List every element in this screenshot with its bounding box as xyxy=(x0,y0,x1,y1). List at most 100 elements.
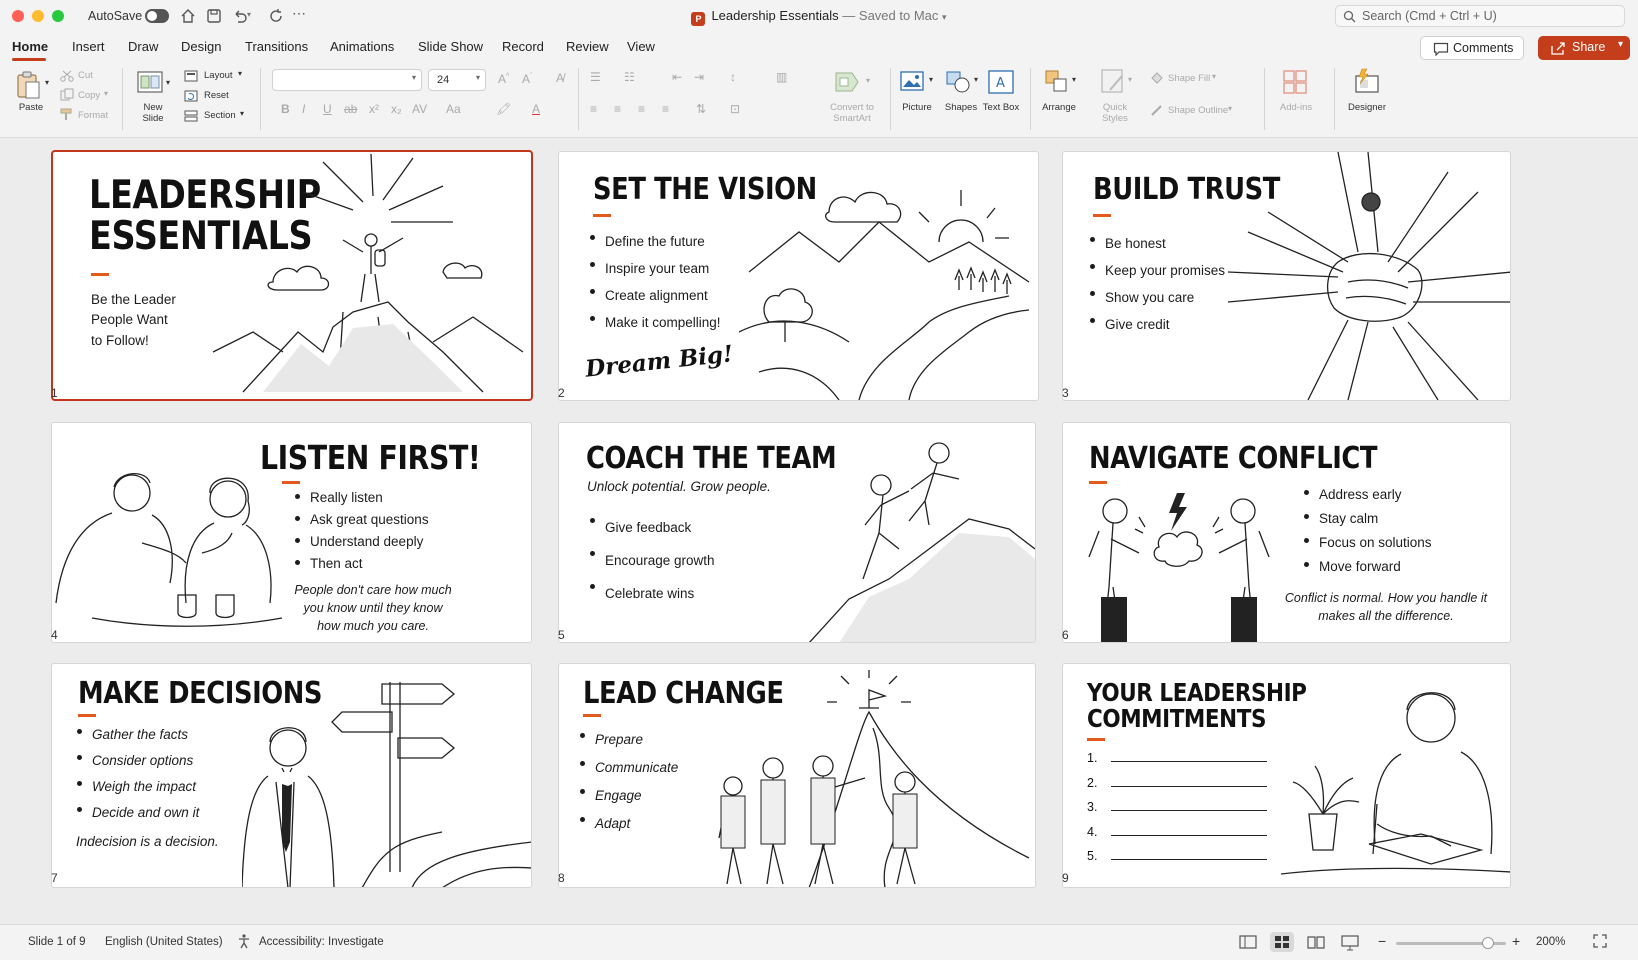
smartart-chevron-down-icon[interactable]: ▾ xyxy=(866,76,870,85)
font-color-icon[interactable]: A xyxy=(532,102,540,116)
underline-icon[interactable]: U xyxy=(323,102,332,116)
shape-outline-icon[interactable] xyxy=(1150,103,1164,122)
superscript-icon[interactable]: x² xyxy=(369,102,379,116)
add-ins-icon[interactable] xyxy=(1282,69,1308,100)
tab-transitions[interactable]: Transitions xyxy=(245,39,308,54)
tab-view[interactable]: View xyxy=(627,39,655,54)
slide-thumbnail-1[interactable]: LEADERSHIP ESSENTIALS Be the Leader People… xyxy=(51,150,533,401)
highlight-color-icon[interactable]: 🖍 xyxy=(496,102,511,116)
layout-chevron-down-icon[interactable]: ▾ xyxy=(238,69,242,78)
commitment-line[interactable]: 1. xyxy=(1087,746,1268,771)
columns-icon[interactable]: ▥ xyxy=(776,70,787,84)
line-spacing-icon[interactable]: ↕ xyxy=(730,70,736,84)
accessibility-icon[interactable] xyxy=(236,933,252,952)
paste-icon[interactable] xyxy=(16,70,42,105)
layout-icon[interactable] xyxy=(184,69,198,87)
align-text-icon[interactable]: ⊡ xyxy=(730,102,740,116)
bold-icon[interactable]: B xyxy=(281,102,290,116)
shape-fill-icon[interactable] xyxy=(1150,71,1164,90)
normal-view-button[interactable] xyxy=(1236,932,1260,952)
slide-thumbnail-9[interactable]: YOUR LEADERSHIP COMMITMENTS 1. 2. 3. 4. 5… xyxy=(1062,663,1511,888)
picture-icon[interactable] xyxy=(900,70,926,99)
tab-insert[interactable]: Insert xyxy=(72,39,105,54)
font-name-select[interactable]: ▾ xyxy=(272,69,422,91)
tab-draw[interactable]: Draw xyxy=(128,39,158,54)
new-slide-chevron-down-icon[interactable]: ▾ xyxy=(166,78,170,87)
increase-indent-icon[interactable]: ⇥ xyxy=(694,70,704,84)
reading-view-button[interactable] xyxy=(1304,932,1328,952)
convert-smartart-icon[interactable] xyxy=(834,69,864,100)
strikethrough-icon[interactable]: ab xyxy=(344,102,357,116)
align-right-icon[interactable]: ≡ xyxy=(638,102,645,116)
justify-icon[interactable]: ≡ xyxy=(662,102,669,116)
section-chevron-down-icon[interactable]: ▾ xyxy=(240,109,244,118)
copy-chevron-down-icon[interactable]: ▾ xyxy=(104,89,108,98)
shapes-chevron-down-icon[interactable]: ▾ xyxy=(974,75,978,84)
search-input[interactable]: Search (Cmd + Ctrl + U) xyxy=(1335,5,1625,27)
decrease-indent-icon[interactable]: ⇤ xyxy=(672,70,682,84)
picture-chevron-down-icon[interactable]: ▾ xyxy=(929,75,933,84)
tab-animations[interactable]: Animations xyxy=(330,39,394,54)
quick-styles-icon[interactable] xyxy=(1100,68,1128,101)
cut-icon[interactable] xyxy=(60,69,74,87)
designer-icon[interactable] xyxy=(1352,68,1382,101)
slide-sorter-view-button[interactable] xyxy=(1270,932,1294,952)
decrease-font-size-icon[interactable]: Aˇ xyxy=(522,72,532,86)
ribbon-tabs: Home Insert Draw Design Transitions Anim… xyxy=(0,32,1638,62)
character-spacing-icon[interactable]: AV xyxy=(412,102,427,116)
commitment-line[interactable]: 4. xyxy=(1087,820,1268,845)
slide-show-button[interactable] xyxy=(1338,932,1362,952)
bullets-icon[interactable]: ☰ xyxy=(590,70,601,84)
quick-styles-chevron-down-icon[interactable]: ▾ xyxy=(1128,75,1132,84)
copy-icon[interactable] xyxy=(60,88,74,106)
reset-icon[interactable] xyxy=(184,89,198,107)
cut-label: Cut xyxy=(78,70,93,81)
slide-thumbnail-6[interactable]: NAVIGATE CONFLICT Address early Stay cal… xyxy=(1062,422,1511,643)
paste-chevron-down-icon[interactable]: ▾ xyxy=(45,78,49,87)
subscript-icon[interactable]: x₂ xyxy=(391,102,402,116)
shape-fill-chevron-down-icon[interactable]: ▾ xyxy=(1212,72,1216,81)
change-case-icon[interactable]: Aa xyxy=(446,102,461,116)
slide-thumbnail-2[interactable]: SET THE VISION Define the future Inspire… xyxy=(558,151,1039,401)
tab-home[interactable]: Home xyxy=(12,39,48,54)
share-chevron-down-icon[interactable]: ▾ xyxy=(1618,39,1623,50)
font-size-select[interactable]: 24 ▾ xyxy=(428,69,486,91)
zoom-level[interactable]: 200% xyxy=(1536,936,1565,948)
new-slide-icon[interactable] xyxy=(136,70,164,101)
comments-button[interactable]: Comments xyxy=(1420,36,1524,60)
accessibility-status[interactable]: Accessibility: Investigate xyxy=(259,936,384,948)
format-painter-icon[interactable] xyxy=(60,108,74,126)
fit-to-window-icon[interactable] xyxy=(1592,933,1608,952)
increase-font-size-icon[interactable]: A^ xyxy=(498,72,509,86)
language-indicator[interactable]: English (United States) xyxy=(105,936,223,948)
arrange-icon[interactable] xyxy=(1044,69,1070,100)
section-icon[interactable] xyxy=(184,109,198,127)
shape-outline-chevron-down-icon[interactable]: ▾ xyxy=(1228,104,1232,113)
shapes-icon[interactable] xyxy=(946,70,972,99)
text-box-icon[interactable]: A xyxy=(988,70,1014,99)
slide-thumbnail-3[interactable]: BUILD TRUST Be honest Keep your promises… xyxy=(1062,151,1511,401)
clear-formatting-icon[interactable]: A̸ xyxy=(556,71,564,85)
slide-thumbnail-7[interactable]: MAKE DECISIONS Gather the facts Consider… xyxy=(51,663,532,888)
slide-thumbnail-8[interactable]: LEAD CHANGE Prepare Communicate Engage A… xyxy=(558,663,1036,888)
tab-review[interactable]: Review xyxy=(566,39,609,54)
text-direction-icon[interactable]: ⇅ xyxy=(696,102,706,116)
arrange-chevron-down-icon[interactable]: ▾ xyxy=(1072,75,1076,84)
zoom-slider-thumb[interactable] xyxy=(1482,937,1494,949)
italic-icon[interactable]: I xyxy=(302,102,305,116)
slide-thumbnail-4[interactable]: LISTEN FIRST! Really listen Ask great qu… xyxy=(51,422,532,643)
zoom-in-button[interactable]: + xyxy=(1512,933,1520,949)
numbering-icon[interactable]: ☷ xyxy=(624,70,635,84)
bullet-item: Engage xyxy=(577,782,678,810)
share-button[interactable]: Share ▾ xyxy=(1538,36,1630,60)
commitment-line[interactable]: 2. xyxy=(1087,771,1268,796)
align-center-icon[interactable]: ≡ xyxy=(614,102,621,116)
zoom-out-button[interactable]: − xyxy=(1378,933,1386,949)
tab-record[interactable]: Record xyxy=(502,39,544,54)
commitment-line[interactable]: 5. xyxy=(1087,844,1268,869)
tab-slide-show[interactable]: Slide Show xyxy=(418,39,483,54)
tab-design[interactable]: Design xyxy=(181,39,221,54)
commitment-line[interactable]: 3. xyxy=(1087,795,1268,820)
align-left-icon[interactable]: ≡ xyxy=(590,102,597,116)
slide-thumbnail-5[interactable]: COACH THE TEAM Unlock potential. Grow pe… xyxy=(558,422,1036,643)
